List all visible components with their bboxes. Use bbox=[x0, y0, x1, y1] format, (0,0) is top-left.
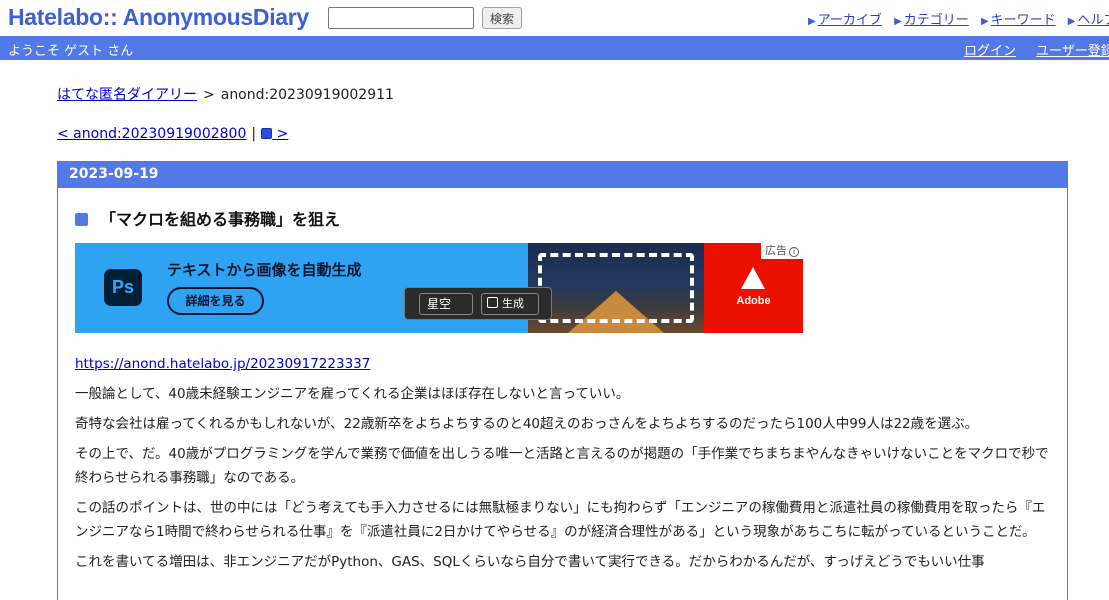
top-nav: ▶アーカイブ ▶カテゴリー ▶キーワード ▶ヘルプ bbox=[808, 9, 1109, 28]
nav-link-help[interactable]: ヘルプ bbox=[1078, 13, 1109, 28]
nav-link-archive[interactable]: アーカイブ bbox=[818, 13, 882, 28]
entry-title-text: 「マクロを組める事務職」を狙え bbox=[100, 210, 341, 229]
search-input[interactable] bbox=[328, 7, 474, 29]
prev-entry-link[interactable]: < anond:20230919002800 bbox=[57, 126, 246, 142]
adobe-brand-name: Adobe bbox=[736, 295, 771, 307]
ad-banner[interactable]: Ps テキストから画像を自動生成 詳細を見る 星空 生成 Adobe 広告 i bbox=[75, 243, 803, 333]
site-logo[interactable]: Hatelabo:: AnonymousDiary bbox=[8, 4, 309, 31]
arrow-right-icon: ▶ bbox=[808, 16, 816, 27]
welcome-bar: ようこそ ゲスト さん ログイン ユーザー登録 bbox=[0, 36, 1109, 60]
nav-item-archive[interactable]: ▶ アーカイブ bbox=[808, 9, 882, 28]
ad-night-sky-image bbox=[528, 243, 704, 333]
arrow-right-icon: ▶ bbox=[980, 16, 989, 27]
ad-headline: テキストから画像を自動生成 bbox=[167, 261, 362, 279]
entry-pager: < anond:20230919002800 | > bbox=[57, 126, 288, 142]
next-entry-link[interactable]: > bbox=[261, 126, 288, 142]
generate-icon bbox=[487, 297, 498, 308]
nav-item-help[interactable]: ▶ヘルプ bbox=[1068, 9, 1109, 28]
ad-label[interactable]: 広告 i bbox=[761, 243, 803, 259]
reference-link[interactable]: https://anond.hatelabo.jp/20230917223337 bbox=[75, 356, 370, 372]
ad-prompt-field: 星空 bbox=[419, 293, 473, 315]
ad-cta-button[interactable]: 詳細を見る bbox=[167, 287, 264, 315]
entry-paragraph: この話のポイントは、世の中には「どう考えても手入力させるには無駄極まりない」にも… bbox=[75, 500, 1046, 540]
entry-paragraph: 一般論として、40歳未経験エンジニアを雇ってくれる企業はほぼ存在しないと言ってい… bbox=[75, 386, 630, 402]
breadcrumb: はてな匿名ダイアリー > anond:20230919002911 bbox=[57, 84, 394, 104]
ad-prompt-panel: 星空 生成 bbox=[404, 287, 552, 320]
breadcrumb-home-link[interactable]: はてな匿名ダイアリー bbox=[57, 87, 197, 103]
ad-label-text: 広告 bbox=[765, 244, 787, 257]
register-link[interactable]: ユーザー登録 bbox=[1036, 40, 1109, 59]
day-date: 2023-09-19 bbox=[58, 162, 1067, 188]
selection-marquee bbox=[538, 253, 694, 323]
adobe-logo-icon bbox=[741, 267, 765, 289]
nav-item-category[interactable]: ▶ カテゴリー bbox=[894, 9, 969, 28]
breadcrumb-separator: > bbox=[203, 87, 215, 103]
info-icon: i bbox=[789, 247, 799, 257]
login-link[interactable]: ログイン bbox=[964, 40, 1016, 59]
breadcrumb-current: anond:20230919002911 bbox=[220, 87, 394, 103]
next-entry-label: > bbox=[276, 126, 289, 142]
photoshop-logo-icon: Ps bbox=[104, 269, 142, 306]
entry-paragraph: 奇特な会社は雇ってくれるかもしれないが、22歳新卒をよちよちするのと40超えのお… bbox=[75, 416, 979, 432]
arrow-right-icon: ▶ bbox=[1067, 16, 1076, 27]
arrow-right-icon: ▶ bbox=[894, 16, 902, 27]
entry-paragraph: これを書いてる増田は、非エンジニアだがPython、GAS、SQLくらいなら自分… bbox=[75, 554, 985, 570]
ad-generate-button: 生成 bbox=[481, 293, 539, 315]
nav-link-keyword[interactable]: キーワード bbox=[991, 13, 1056, 28]
day-section: 2023-09-19 「マクロを組める事務職」を狙え Ps テキストから画像を自… bbox=[57, 161, 1068, 600]
nav-item-keyword[interactable]: ▶ キーワード bbox=[981, 9, 1056, 28]
site-header: Hatelabo:: AnonymousDiary 検索 ▶ アーカイブ ▶ カテゴ… bbox=[0, 0, 1109, 36]
search-button[interactable]: 検索 bbox=[482, 7, 522, 29]
entry-paragraph: その上で、だ。40歳がプログラミングを学んで業務で価値を出しうる唯一と活路と言え… bbox=[75, 446, 1049, 486]
welcome-message: ようこそ ゲスト さん bbox=[8, 44, 134, 59]
pager-separator: | bbox=[251, 126, 257, 142]
entry-title: 「マクロを組める事務職」を狙え bbox=[75, 206, 340, 230]
entry-square-icon bbox=[261, 128, 273, 139]
nav-link-category[interactable]: カテゴリー bbox=[904, 13, 969, 28]
entry-body: https://anond.hatelabo.jp/20230917223337… bbox=[75, 352, 1053, 580]
ad-generate-label: 生成 bbox=[502, 297, 524, 310]
entry-permalink-icon[interactable] bbox=[75, 213, 88, 226]
